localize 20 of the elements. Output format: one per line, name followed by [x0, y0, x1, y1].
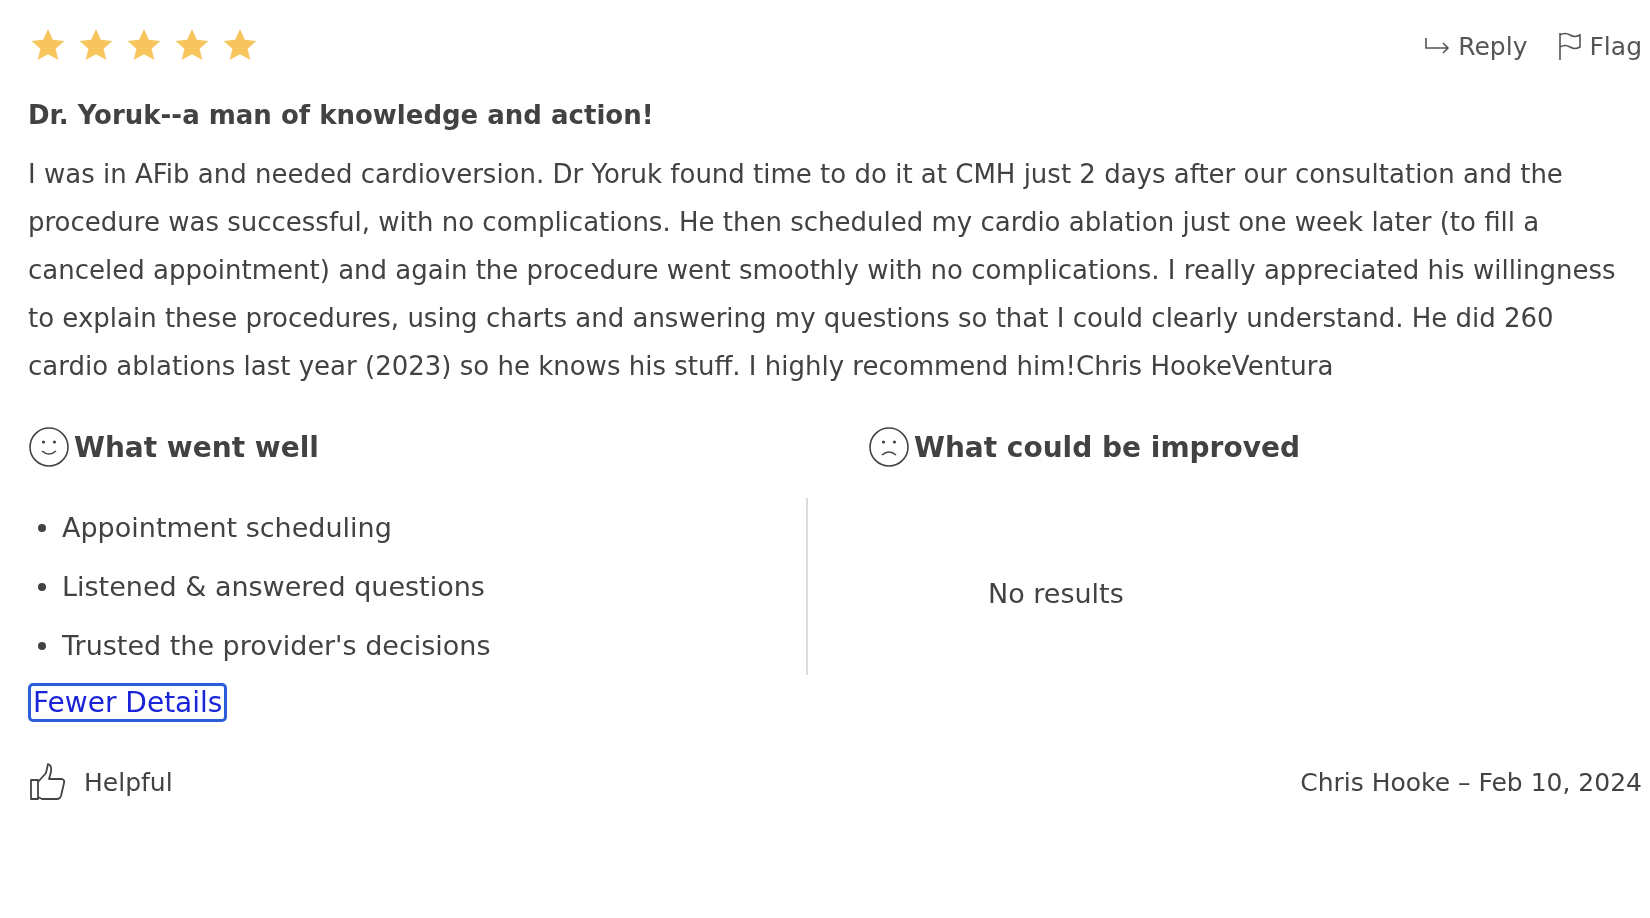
list-item: Appointment scheduling — [62, 512, 392, 543]
thumbs-up-icon — [28, 762, 68, 802]
sad-face-icon — [868, 426, 910, 468]
helpful-button[interactable]: Helpful — [28, 762, 173, 802]
section-heading: What could be improved — [914, 430, 1300, 464]
smiley-face-icon — [28, 426, 70, 468]
list-item: Trusted the provider's decisions — [62, 630, 491, 661]
bullet-icon — [38, 523, 46, 532]
review-title: Dr. Yoruk--a man of knowledge and action! — [28, 100, 655, 130]
list-item: Listened & answered questions — [62, 571, 485, 602]
bullet-icon — [38, 582, 46, 591]
empty-message: No results — [988, 578, 1125, 609]
flag-button[interactable]: Flag — [1557, 31, 1642, 61]
author-date: Chris Hooke – Feb 10, 2024 — [1300, 767, 1642, 797]
bullet-icon — [38, 641, 46, 650]
flag-icon — [1557, 31, 1584, 61]
fewer-details-button[interactable]: Fewer Details — [28, 683, 228, 722]
review-text: I was in AFib and needed cardioversion. Dr Yoruk found time to do it at CMH just 2 days after our consultation and the procedure was successful, with no complications. He then scheduled my cardio ablation just one week later (to fill a canceled appointment) and again the procedure went smoothly with no complications. I really appreciated his willingness to explain these procedures, using charts and answering my questions so that I could clearly understand. He did 260 cardio ablations last year (2023) so he knows his stuff. I highly recommend him!Chris HookeVentura — [28, 158, 1617, 383]
section-heading: What went well — [74, 430, 319, 464]
reply-button[interactable]: Reply — [1424, 31, 1528, 61]
